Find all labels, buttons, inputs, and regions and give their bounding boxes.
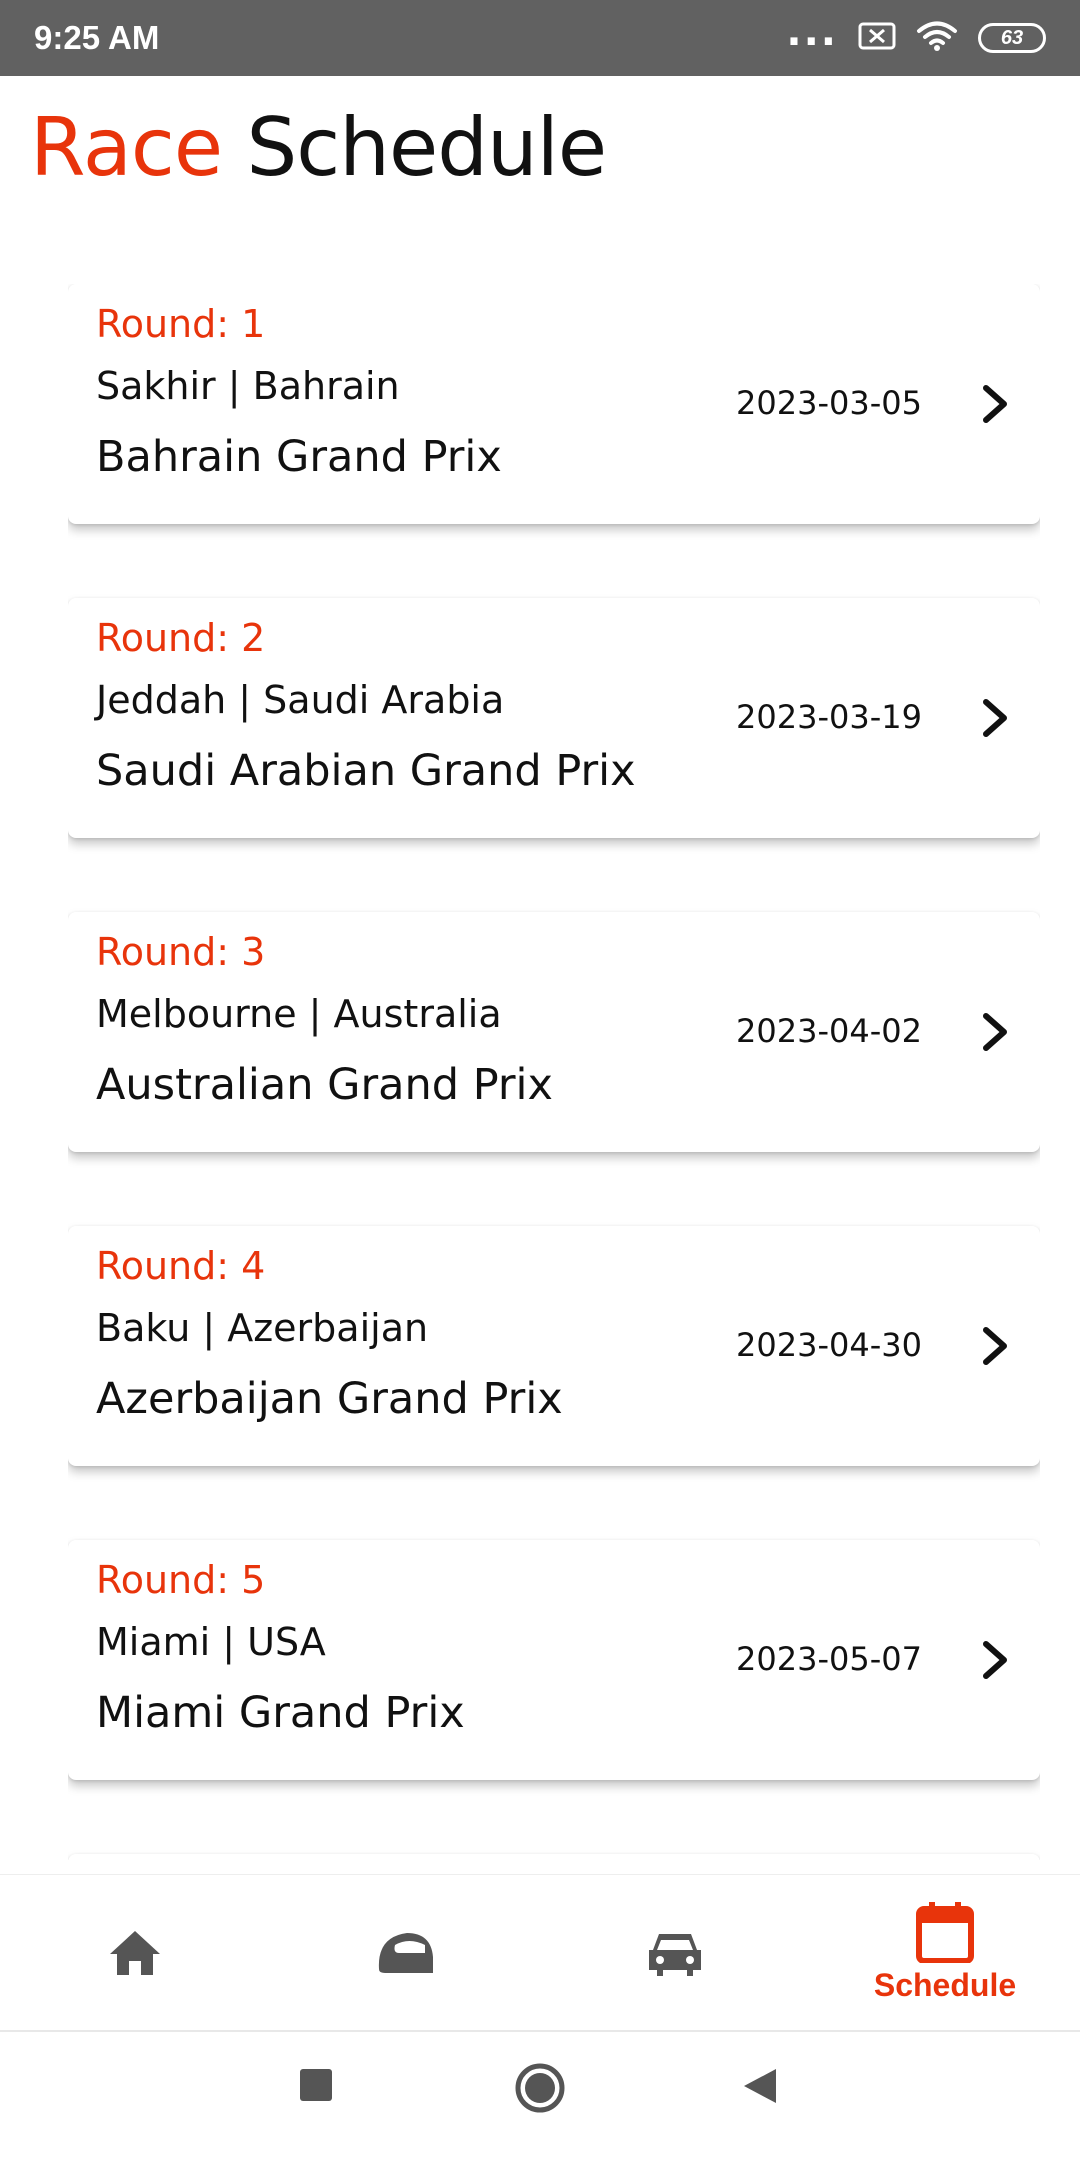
chevron-right-icon[interactable]: [976, 1638, 1016, 1682]
chevron-right-icon[interactable]: [976, 1010, 1016, 1054]
bottom-nav: Schedule: [0, 1874, 1080, 2030]
race-round: Round: 3: [96, 930, 266, 974]
chevron-right-icon[interactable]: [976, 382, 1016, 426]
battery-icon: 63: [978, 23, 1046, 53]
status-icons: ... 63: [786, 12, 1046, 58]
system-nav-bar: [0, 2030, 1080, 2160]
race-name: Miami Grand Prix: [96, 1688, 465, 1738]
race-card[interactable]: Round: 5 Miami | USA Miami Grand Prix 20…: [68, 1540, 1040, 1780]
race-date: 2023-04-30: [736, 1326, 922, 1364]
race-location: Jeddah | Saudi Arabia: [96, 678, 505, 722]
status-time: 9:25 AM: [34, 19, 160, 56]
race-card[interactable]: [68, 1854, 1040, 1860]
race-round: Round: 4: [96, 1244, 266, 1288]
home-button[interactable]: [514, 2062, 566, 2118]
race-card[interactable]: Round: 1 Sakhir | Bahrain Bahrain Grand …: [68, 284, 1040, 524]
wifi-icon: [916, 20, 958, 56]
nav-schedule-label: Schedule: [873, 1967, 1017, 2003]
nav-schedule[interactable]: Schedule: [810, 1875, 1080, 2030]
page-title-accent: Race: [30, 101, 223, 194]
race-card[interactable]: Round: 3 Melbourne | Australia Australia…: [68, 912, 1040, 1152]
chevron-right-icon[interactable]: [976, 696, 1016, 740]
nav-teams[interactable]: [540, 1875, 810, 2030]
race-date: 2023-05-07: [736, 1640, 922, 1678]
race-name: Azerbaijan Grand Prix: [96, 1374, 563, 1424]
race-name: Australian Grand Prix: [96, 1060, 553, 1110]
race-date: 2023-04-02: [736, 1012, 922, 1050]
helmet-icon: [375, 1929, 435, 1977]
nav-home[interactable]: [0, 1875, 270, 2030]
race-location: Sakhir | Bahrain: [96, 364, 400, 408]
sim-missing-icon: [858, 21, 896, 55]
car-icon: [647, 1928, 703, 1978]
race-location: Miami | USA: [96, 1620, 326, 1664]
race-card[interactable]: Round: 2 Jeddah | Saudi Arabia Saudi Ara…: [68, 598, 1040, 838]
race-card[interactable]: Round: 4 Baku | Azerbaijan Azerbaijan Gr…: [68, 1226, 1040, 1466]
race-round: Round: 2: [96, 616, 266, 660]
app-screen: 9:25 AM ... 63 Race Schedule Round: 1 Sa…: [0, 0, 1080, 2160]
race-date: 2023-03-05: [736, 384, 922, 422]
chevron-right-icon[interactable]: [976, 1324, 1016, 1368]
home-icon: [107, 1928, 163, 1978]
page-title-rest: Schedule: [246, 101, 608, 194]
nav-drivers[interactable]: [270, 1875, 540, 2030]
race-round: Round: 1: [96, 302, 266, 346]
page-title: Race Schedule: [30, 108, 607, 188]
race-date: 2023-03-19: [736, 698, 922, 736]
more-notifications-icon: ...: [786, 9, 838, 55]
race-location: Melbourne | Australia: [96, 992, 502, 1036]
back-button[interactable]: [742, 2067, 778, 2109]
status-bar: 9:25 AM ... 63: [0, 0, 1080, 76]
race-list[interactable]: Round: 1 Sakhir | Bahrain Bahrain Grand …: [68, 284, 1040, 1860]
calendar-icon: [915, 1901, 975, 1963]
race-location: Baku | Azerbaijan: [96, 1306, 429, 1350]
race-name: Bahrain Grand Prix: [96, 432, 502, 482]
race-name: Saudi Arabian Grand Prix: [96, 746, 636, 796]
recent-apps-button[interactable]: [298, 2067, 334, 2107]
race-round: Round: 5: [96, 1558, 266, 1602]
